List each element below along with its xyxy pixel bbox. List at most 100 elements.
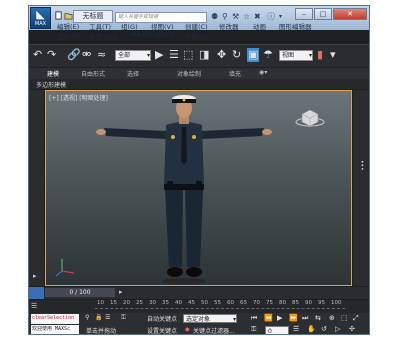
menu-rendering[interactable]: 渲染(R)	[57, 31, 80, 41]
go-to-end-icon[interactable]: ⏭	[302, 314, 308, 323]
status-bar: clearSelection 欢迎使用 MAXSc ⚲ 🔒 ☰ ⚿ 单击并拖动 …	[29, 313, 369, 334]
timeline-tick: 50	[201, 300, 208, 306]
key-mode-dropdown[interactable]: 选定对象 ▾	[183, 314, 237, 323]
menu-maxscript[interactable]: MAXScript(M)	[131, 31, 175, 39]
app-logo-label: MAX	[34, 21, 47, 27]
link-icon[interactable]: 🔗	[67, 48, 81, 62]
zoom-icon[interactable]: ⊕	[329, 314, 335, 322]
timeline-tick: 30	[149, 300, 156, 306]
tab-modeling[interactable]: 建模	[47, 69, 59, 78]
tab-selection[interactable]: 选择	[127, 69, 139, 78]
tab-populate[interactable]: 填充	[229, 69, 241, 78]
app-window: ◣ MAX 无标题 键入关键字或短语 ⚉ ⚲ ⚒ ☆ ✖ ⓘ ▾ – □ ✕ 编辑…	[28, 5, 370, 335]
go-to-start-icon[interactable]: ⏮	[251, 314, 257, 323]
toolbar-more-icon[interactable]: ▾	[330, 48, 336, 62]
maxscript-listener-bottom[interactable]: 欢迎使用 MAXSc	[31, 325, 79, 334]
close-button[interactable]: ✕	[333, 8, 367, 20]
time-slider-thumb[interactable]: 0 / 100	[45, 288, 115, 297]
select-place-icon[interactable]: ☂	[263, 48, 273, 62]
key-icon[interactable]: ⚿	[121, 314, 126, 322]
timeline-tick: 75	[266, 300, 273, 306]
walk-icon[interactable]: ✣	[349, 325, 355, 333]
window-crossing-icon[interactable]: ◨	[199, 48, 209, 62]
mini-listener-toggle[interactable]	[29, 287, 44, 299]
menu-graph-editors[interactable]: 图形编辑器	[279, 21, 312, 31]
coordinate-icon[interactable]: ☰	[105, 314, 110, 321]
move-icon[interactable]: ✥	[217, 48, 226, 62]
ribbon-tabs: 建模 自由形式 选择 对象绘制 填充 ◉▾	[29, 68, 369, 79]
timeline-tick: 40	[175, 300, 182, 306]
open-file-icon[interactable]	[64, 11, 73, 20]
zoom-all-icon[interactable]: ⬚	[341, 314, 348, 322]
time-config-icon[interactable]: ☰	[293, 325, 299, 333]
next-frame-icon[interactable]: ⏩	[289, 314, 298, 322]
timeline-tick: 20	[123, 300, 130, 306]
ribbon-options-icon[interactable]: ◉▾	[259, 69, 267, 76]
timeline-tick: 15	[110, 300, 117, 306]
timeline-tick: 100	[331, 300, 342, 306]
play-icon[interactable]: ▶	[277, 314, 282, 322]
select-object-icon[interactable]: ▶	[155, 48, 163, 62]
reference-coordinate-dropdown[interactable]: 视图 ▾	[279, 50, 313, 61]
maximize-viewport-icon[interactable]: ⤢	[353, 314, 359, 323]
select-by-name-icon[interactable]: ☰	[169, 48, 179, 62]
menu-edit[interactable]: 编辑(E)	[57, 21, 79, 31]
command-panel-collapsed[interactable]: •••	[353, 90, 369, 286]
timeline-tick: 65	[240, 300, 247, 306]
rotate-icon[interactable]: ↻	[232, 48, 241, 62]
time-slider[interactable]: 0 / 100 ▸	[29, 287, 369, 299]
scale-icon[interactable]: ▣	[247, 48, 260, 62]
app-logo-button[interactable]: ◣ MAX	[30, 7, 51, 29]
timeline-tick: 35	[162, 300, 169, 306]
timeline-tick: 55	[214, 300, 221, 306]
menu-animation[interactable]: 动画	[253, 21, 266, 31]
unlink-icon[interactable]: ⚮	[82, 48, 91, 62]
expand-left-icon[interactable]: ▸	[33, 272, 37, 280]
maxscript-listener-top[interactable]: clearSelection	[31, 314, 79, 324]
pan-icon[interactable]: ✋	[307, 325, 316, 333]
menu-views[interactable]: 视图(V)	[151, 21, 174, 31]
selection-count-icon: ⚲	[85, 314, 90, 321]
timeline-tick: 85	[292, 300, 299, 306]
previous-frame-icon[interactable]: ⏪	[264, 314, 273, 322]
key-filters-button[interactable]: 关键点过滤器...	[193, 326, 235, 334]
maximize-button[interactable]: □	[314, 8, 332, 20]
timeline-tick: 25	[136, 300, 143, 306]
key-mode-toggle-icon[interactable]: ⇆	[315, 314, 321, 322]
timeline-tick: 95	[318, 300, 325, 306]
timeline-tick: 70	[253, 300, 260, 306]
key-filters-icon: ◆	[185, 326, 190, 333]
fov-icon[interactable]: ▷	[335, 325, 340, 333]
menu-create[interactable]: 创建(C)	[185, 21, 208, 31]
timeline-tick: 60	[227, 300, 234, 306]
minimize-button[interactable]: –	[295, 8, 313, 20]
time-slider-next-icon[interactable]: ▸	[119, 288, 123, 296]
perspective-viewport[interactable]: [+] [透视] [明暗处理]	[45, 90, 352, 286]
menu-customize[interactable]: 自定义(U)	[89, 31, 118, 41]
tab-freeform[interactable]: 自由形式	[81, 69, 105, 78]
polygon-modeling-panel[interactable]: 多边形建模	[29, 79, 369, 89]
tab-object-paint[interactable]: 对象绘制	[177, 69, 201, 78]
command-panel-grip-icon[interactable]: •••	[358, 160, 365, 171]
pivot-icon[interactable]: ▮	[317, 48, 323, 62]
selection-filter-dropdown[interactable]: 全部 ▾	[115, 50, 151, 61]
track-bar-icon[interactable]: ☰	[31, 302, 37, 310]
undo-icon[interactable]: ↶	[33, 48, 42, 62]
menu-tools[interactable]: 工具(T)	[89, 21, 111, 31]
menu-help[interactable]: 帮助(H)	[185, 31, 208, 41]
track-bar[interactable]: ☰ 10 15 20 25 30 35 40 45 50 55 60 65 70…	[29, 300, 369, 314]
orbit-icon[interactable]: ↺	[321, 325, 327, 333]
rectangular-selection-icon[interactable]: ⬚	[183, 48, 193, 62]
menu-group[interactable]: 组(G)	[121, 21, 138, 31]
bind-spacewarp-icon[interactable]: ≈	[97, 48, 106, 62]
current-frame-input[interactable]: 0	[265, 326, 289, 334]
redo-icon[interactable]: ↷	[47, 48, 56, 62]
new-file-icon[interactable]	[54, 11, 63, 20]
key-icon-small: ⚿	[251, 325, 257, 333]
character-model	[55, 95, 325, 284]
auto-key-button[interactable]: 自动关键点	[147, 314, 177, 323]
lock-icon[interactable]: 🔒	[95, 314, 102, 321]
selection-filter-value: 全部	[118, 52, 131, 59]
menu-modifiers[interactable]: 修改器	[219, 21, 239, 31]
set-key-button[interactable]: 设置关键点	[147, 326, 177, 334]
